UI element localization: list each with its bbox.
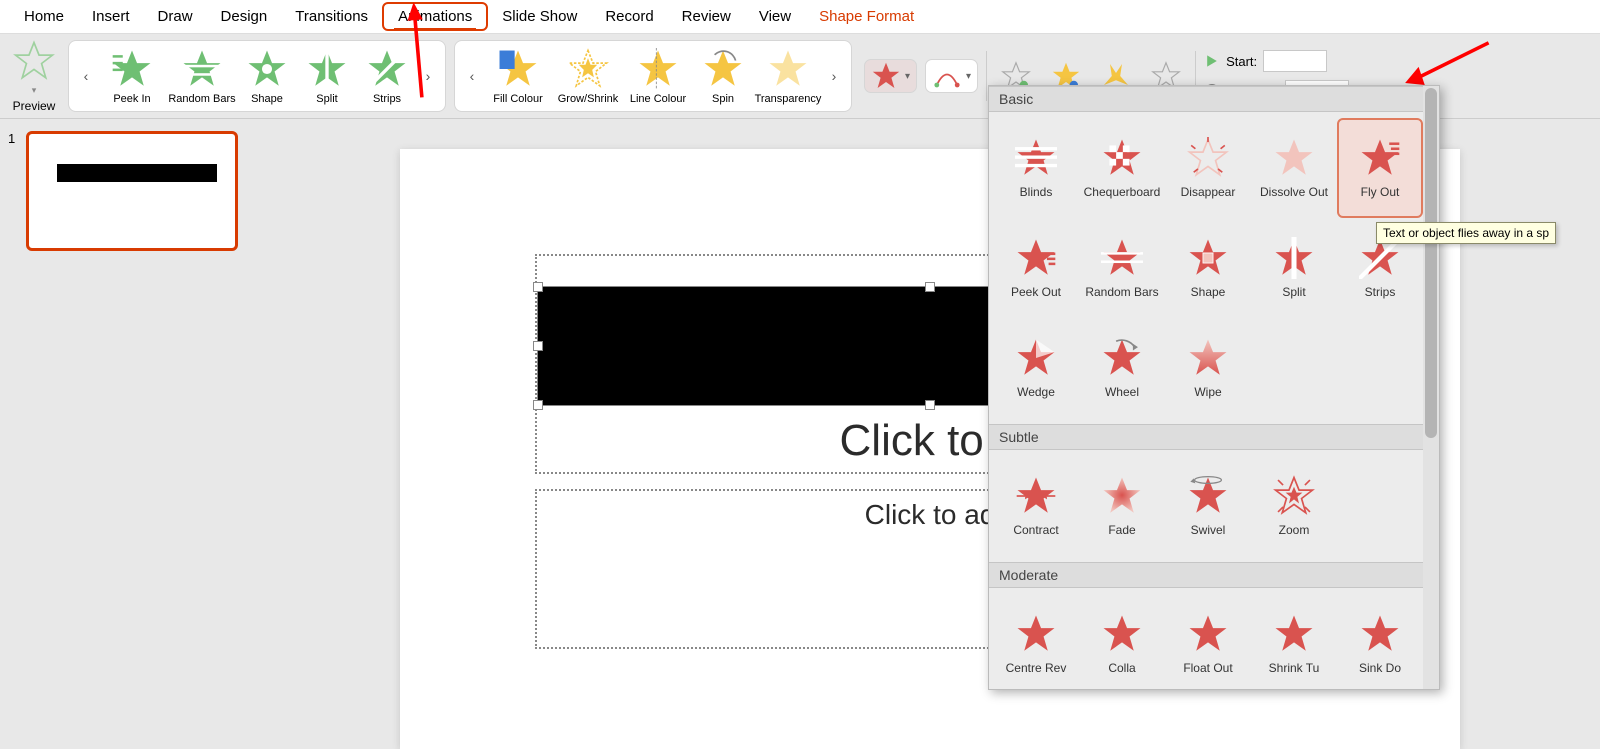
anim-option-peek-out[interactable]: Peek Out <box>993 218 1079 318</box>
anim-line-colour[interactable]: Line Colour <box>623 44 693 108</box>
anim-option-chequerboard[interactable]: Chequerboard <box>1079 118 1165 218</box>
anim-option-random-bars[interactable]: Random Bars <box>1079 218 1165 318</box>
slide-thumbnail-1[interactable] <box>26 131 238 251</box>
anim-option-wheel[interactable]: Wheel <box>1079 318 1165 418</box>
entrance-gallery: ‹ Peek In Random Bars Shape Split Strips… <box>68 40 446 112</box>
anim-option-contract[interactable]: Contract <box>993 456 1079 556</box>
motion-path-dropdown[interactable]: ▾ <box>925 59 978 93</box>
slide-number: 1 <box>8 131 20 251</box>
anim-option-shape[interactable]: Shape <box>1165 218 1251 318</box>
anim-grid-basic: BlindsChequerboardDisappearDissolve OutF… <box>989 112 1439 424</box>
anim-fill-colour[interactable]: Fill Colour <box>483 44 553 108</box>
anim-random-bars[interactable]: Random Bars <box>167 44 237 108</box>
anim-grow-shrink[interactable]: Grow/Shrink <box>553 44 623 108</box>
section-header-moderate: Moderate <box>989 562 1439 588</box>
anim-option-shrink-tu[interactable]: Shrink Tu <box>1251 594 1337 689</box>
anim-grid-subtle: ContractFadeSwivelZoom <box>989 450 1439 562</box>
start-input[interactable] <box>1263 50 1327 72</box>
ribbon-tabs: Home Insert Draw Design Transitions Anim… <box>0 0 1600 34</box>
anim-peek-in[interactable]: Peek In <box>97 44 167 108</box>
tab-animations[interactable]: Animations <box>382 2 488 31</box>
handle-tl[interactable] <box>533 282 543 292</box>
anim-transparency[interactable]: Transparency <box>753 44 823 108</box>
tab-home[interactable]: Home <box>10 4 78 29</box>
exit-effect-dropdown[interactable]: ▾ <box>864 59 917 93</box>
tab-record[interactable]: Record <box>591 4 667 29</box>
emphasis-gallery: ‹ Fill Colour Grow/Shrink Line Colour Sp… <box>454 40 852 112</box>
section-header-subtle: Subtle <box>989 424 1439 450</box>
anim-option-split[interactable]: Split <box>1251 218 1337 318</box>
play-icon <box>1204 53 1220 69</box>
anim-option-fly-out[interactable]: Fly Out <box>1337 118 1423 218</box>
anim-option-wedge[interactable]: Wedge <box>993 318 1079 418</box>
section-header-basic: Basic <box>989 86 1439 112</box>
anim-option-disappear[interactable]: Disappear <box>1165 118 1251 218</box>
preview-label: Preview <box>13 99 56 113</box>
start-label: Start: <box>1226 54 1257 69</box>
anim-option-blinds[interactable]: Blinds <box>993 118 1079 218</box>
panel-scrollbar[interactable] <box>1423 86 1439 689</box>
anim-option-zoom[interactable]: Zoom <box>1251 456 1337 556</box>
tab-review[interactable]: Review <box>668 4 745 29</box>
anim-strips[interactable]: Strips <box>357 44 417 108</box>
gallery2-next[interactable]: › <box>823 46 845 106</box>
anim-option-sink-do[interactable]: Sink Do <box>1337 594 1423 689</box>
thumb-title-shape <box>57 164 217 182</box>
gallery-prev[interactable]: ‹ <box>75 46 97 106</box>
anim-option-colla[interactable]: Colla <box>1079 594 1165 689</box>
anim-option-centre-rev[interactable]: Centre Rev <box>993 594 1079 689</box>
tab-transitions[interactable]: Transitions <box>281 4 382 29</box>
handle-ml[interactable] <box>533 341 543 351</box>
handle-bm[interactable] <box>925 400 935 410</box>
tooltip: Text or object flies away in a sp <box>1376 222 1556 244</box>
anim-option-swivel[interactable]: Swivel <box>1165 456 1251 556</box>
anim-shape[interactable]: Shape <box>237 44 297 108</box>
anim-option-dissolve-out[interactable]: Dissolve Out <box>1251 118 1337 218</box>
gallery2-prev[interactable]: ‹ <box>461 46 483 106</box>
preview-button[interactable]: ▾ Preview <box>8 40 60 113</box>
tab-slideshow[interactable]: Slide Show <box>488 4 591 29</box>
tab-insert[interactable]: Insert <box>78 4 144 29</box>
tab-shape-format[interactable]: Shape Format <box>805 4 928 29</box>
anim-option-float-out[interactable]: Float Out <box>1165 594 1251 689</box>
handle-bl[interactable] <box>533 400 543 410</box>
tab-design[interactable]: Design <box>207 4 282 29</box>
tab-view[interactable]: View <box>745 4 805 29</box>
handle-tm[interactable] <box>925 282 935 292</box>
anim-option-fade[interactable]: Fade <box>1079 456 1165 556</box>
anim-spin[interactable]: Spin <box>693 44 753 108</box>
animation-dropdown-panel: BasicBlindsChequerboardDisappearDissolve… <box>988 85 1440 690</box>
anim-split[interactable]: Split <box>297 44 357 108</box>
anim-grid-moderate: Centre RevCollaFloat OutShrink TuSink Do <box>989 588 1439 689</box>
slide-panel: 1 <box>0 119 260 734</box>
anim-option-wipe[interactable]: Wipe <box>1165 318 1251 418</box>
scrollbar-thumb[interactable] <box>1425 88 1437 438</box>
gallery-next[interactable]: › <box>417 46 439 106</box>
tab-draw[interactable]: Draw <box>144 4 207 29</box>
